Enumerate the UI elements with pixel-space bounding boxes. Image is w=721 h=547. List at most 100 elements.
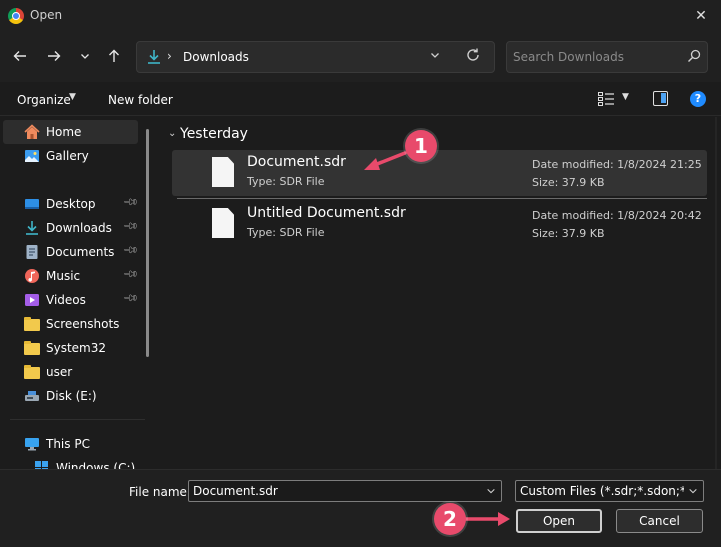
file-list-scrollbar[interactable]	[715, 117, 717, 469]
navigation-pane: Home Gallery Desktop 📌︎ Downloads 📌︎ Doc…	[0, 117, 155, 469]
window-title: Open	[30, 8, 63, 22]
home-icon	[24, 124, 40, 139]
annotation-badge-2: 2	[434, 503, 466, 535]
recent-locations-button[interactable]	[75, 46, 95, 66]
sidebar-item-gallery[interactable]: Gallery	[3, 144, 138, 168]
file-size: Size: 37.9 KB	[532, 227, 605, 240]
sidebar-item-label: Home	[46, 125, 82, 139]
music-icon	[25, 269, 39, 283]
sidebar-item-music[interactable]: Music 📌︎	[3, 264, 139, 288]
file-type-filter[interactable]: Custom Files (*.sdr;*.sdon;*.vso	[515, 480, 704, 502]
file-name-input[interactable]: Document.sdr	[188, 480, 502, 502]
navigation-bar: › Downloads	[0, 32, 721, 82]
arrow-left-icon	[13, 51, 26, 61]
help-icon[interactable]: ?	[690, 91, 706, 107]
folder-icon	[24, 365, 40, 379]
forward-button[interactable]	[44, 46, 64, 66]
pc-icon	[25, 438, 39, 451]
organize-button[interactable]: Organize	[17, 93, 71, 107]
file-row-document-sdr[interactable]: Document.sdr Type: SDR File Date modifie…	[172, 150, 707, 196]
sidebar-item-disk-e[interactable]: Disk (E:)	[3, 384, 138, 408]
sidebar-item-label: Desktop	[46, 197, 96, 211]
file-date-modified: Date modified: 1/8/2024 21:25	[532, 158, 702, 171]
dialog-footer: File name: Document.sdr Custom Files (*.…	[0, 469, 721, 547]
pin-icon[interactable]: 📌︎	[122, 266, 139, 283]
title-bar: Open ✕	[0, 0, 721, 32]
group-header[interactable]: Yesterday	[180, 126, 248, 142]
address-bar[interactable]: › Downloads	[136, 41, 495, 73]
view-options-icon[interactable]	[598, 92, 614, 106]
search-input[interactable]	[513, 48, 683, 66]
file-date-modified: Date modified: 1/8/2024 20:42	[532, 209, 702, 222]
refresh-icon[interactable]	[465, 47, 481, 63]
breadcrumb-separator: ›	[167, 49, 172, 63]
sidebar-item-label: Downloads	[46, 221, 112, 235]
sidebar-item-label: Gallery	[46, 149, 89, 163]
folder-icon	[24, 317, 40, 331]
sidebar-item-label: user	[46, 365, 73, 379]
sidebar-item-label: This PC	[46, 437, 90, 451]
sidebar-item-label: Videos	[46, 293, 86, 307]
sidebar-item-label: Music	[46, 269, 81, 283]
file-type: Type: SDR File	[247, 226, 325, 239]
chevron-down-icon[interactable]	[486, 486, 496, 496]
preview-pane-icon[interactable]	[653, 91, 668, 106]
caret-down-icon: ▼	[69, 92, 76, 102]
open-button[interactable]: Open	[516, 509, 602, 533]
sidebar-item-label: Disk (E:)	[46, 389, 97, 403]
chevron-down-icon[interactable]	[429, 49, 441, 61]
sidebar-scrollbar[interactable]	[146, 129, 149, 357]
caret-down-icon[interactable]: ▼	[622, 92, 629, 102]
sidebar-item-label: System32	[46, 341, 107, 355]
file-size: Size: 37.9 KB	[532, 176, 605, 189]
file-type: Type: SDR File	[247, 175, 325, 188]
chevron-down-icon	[81, 54, 89, 59]
sidebar-item-label: Windows (C:)	[56, 461, 136, 469]
file-icon	[212, 157, 234, 187]
up-button[interactable]	[104, 46, 124, 66]
file-icon	[212, 208, 234, 238]
cancel-button[interactable]: Cancel	[616, 509, 703, 533]
pin-icon[interactable]: 📌︎	[122, 290, 139, 307]
arrow-right-icon	[48, 51, 61, 61]
new-folder-button[interactable]: New folder	[108, 93, 173, 107]
search-box	[506, 41, 708, 73]
windows-drive-icon	[35, 461, 48, 469]
sidebar-item-label: Documents	[46, 245, 115, 259]
download-icon	[26, 221, 38, 235]
command-bar: Organize ▼ New folder ▼ ?	[0, 82, 721, 116]
back-button[interactable]	[10, 46, 30, 66]
file-name-label: File name:	[129, 485, 191, 499]
pin-icon[interactable]: 📌︎	[122, 194, 139, 211]
sidebar-item-videos[interactable]: Videos 📌︎	[3, 288, 139, 312]
file-name-value[interactable]: Document.sdr	[193, 484, 278, 498]
pin-icon[interactable]: 📌︎	[122, 242, 139, 259]
breadcrumb-downloads[interactable]: Downloads	[183, 50, 249, 64]
videos-icon	[25, 294, 39, 306]
sidebar-item-downloads[interactable]: Downloads 📌︎	[3, 216, 139, 240]
chevron-down-icon[interactable]: ⌄	[168, 128, 176, 139]
pin-icon[interactable]: 📌︎	[122, 218, 139, 235]
sidebar-item-screenshots[interactable]: Screenshots	[3, 312, 138, 336]
documents-icon	[26, 245, 38, 259]
sidebar-item-windows-c[interactable]: Windows (C:)	[13, 456, 148, 469]
gallery-icon	[25, 150, 39, 162]
chevron-down-icon[interactable]	[688, 486, 698, 496]
sidebar-item-desktop[interactable]: Desktop 📌︎	[3, 192, 139, 216]
search-icon[interactable]	[687, 49, 701, 63]
sidebar-item-system32[interactable]: System32	[3, 336, 138, 360]
download-icon	[148, 50, 160, 64]
sidebar-item-documents[interactable]: Documents 📌︎	[3, 240, 139, 264]
file-name: Untitled Document.sdr	[247, 205, 406, 221]
sidebar-item-user[interactable]: user	[3, 360, 138, 384]
chrome-app-icon	[8, 8, 24, 24]
file-name: Document.sdr	[247, 154, 346, 170]
sidebar-item-this-pc[interactable]: This PC	[3, 432, 138, 456]
row-divider	[177, 198, 707, 199]
sidebar-item-home[interactable]: Home	[3, 120, 138, 144]
file-list: ⌄ Yesterday Document.sdr Type: SDR File …	[160, 117, 721, 469]
close-button[interactable]: ✕	[681, 0, 721, 32]
file-row-untitled-document-sdr[interactable]: Untitled Document.sdr Type: SDR File Dat…	[172, 201, 707, 247]
folder-icon	[24, 341, 40, 355]
sidebar-item-label: Screenshots	[46, 317, 120, 331]
